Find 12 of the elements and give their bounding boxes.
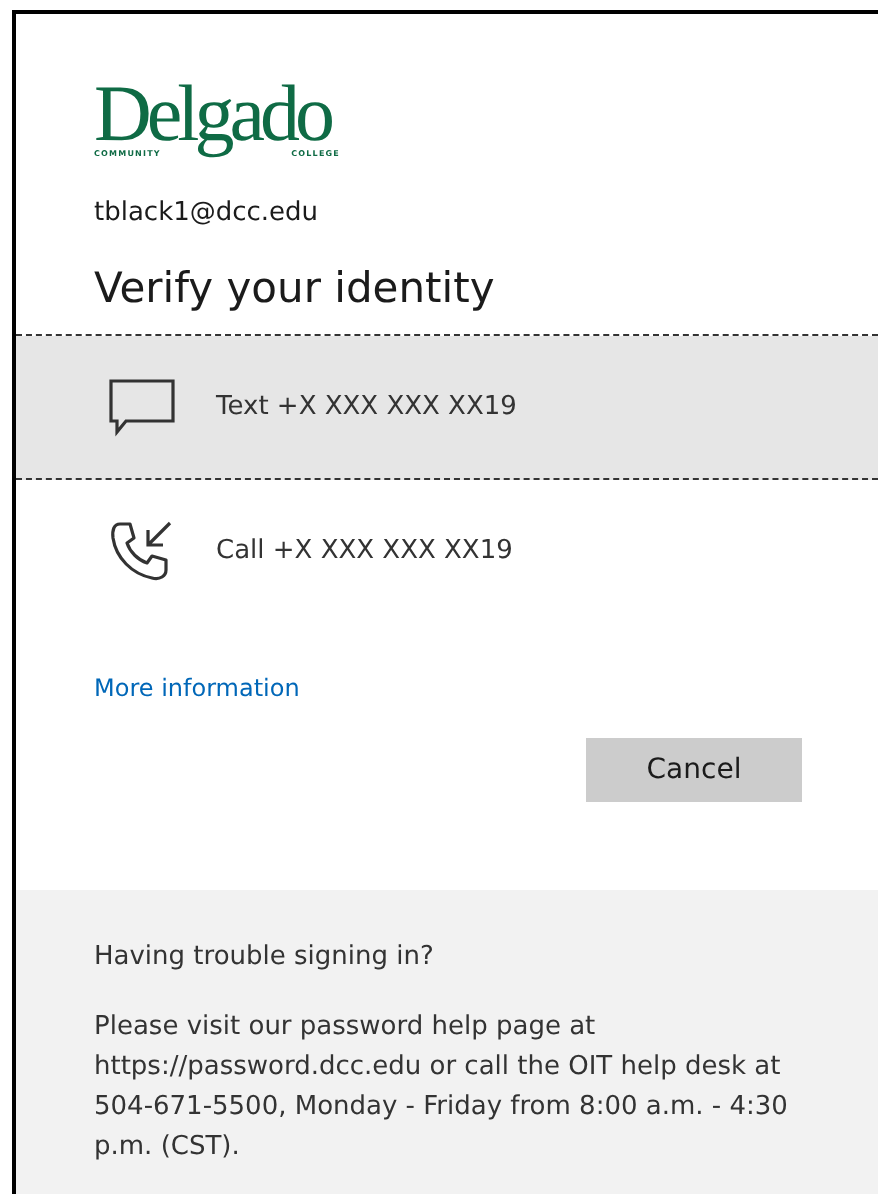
- option-label: Call +X XXX XXX XX19: [216, 536, 513, 566]
- chat-bubble-icon: [108, 377, 176, 437]
- help-text: Please visit our password help page at https://password.dcc.edu or call the OIT help desk at 504-671-5500, Monday - Friday from 8:00 a.m. - 4:30 p.m. (CST).: [94, 1010, 790, 1166]
- cancel-button[interactable]: Cancel: [586, 738, 802, 802]
- help-heading: Having trouble signing in?: [94, 942, 436, 972]
- verification-option[interactable]: Call +X XXX XXX XX19: [16, 480, 878, 624]
- option-label: Text +X XXX XXX XX19: [216, 392, 517, 422]
- phone-icon: [108, 519, 176, 583]
- more-information-link[interactable]: More information: [94, 674, 300, 702]
- page-title: Verify your identity: [94, 262, 497, 316]
- verification-option[interactable]: Text +X XXX XXX XX19: [16, 336, 878, 480]
- account-email: tblack1@dcc.edu: [94, 198, 321, 228]
